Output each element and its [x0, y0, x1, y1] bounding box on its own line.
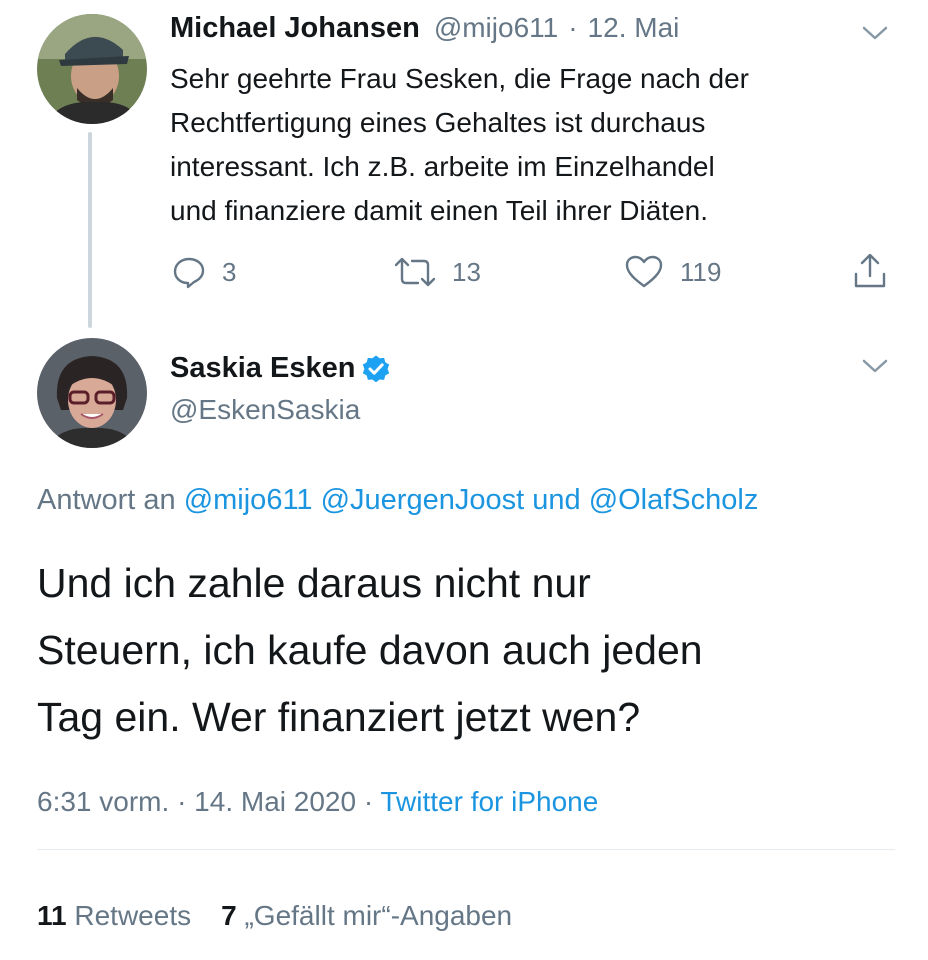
reply-count: 3	[222, 256, 237, 287]
meta-separator: ·	[363, 786, 374, 817]
main-tweet-handle[interactable]: @EskenSaskia	[170, 394, 360, 426]
reply-tweet-header: Michael Johansen @mijo611 · 12. Mai	[170, 12, 679, 56]
author-handle[interactable]: @mijo611	[434, 12, 558, 44]
retweets-label: Retweets	[74, 900, 192, 931]
retweet-count: 13	[452, 256, 481, 287]
retweets-stat[interactable]: 11 Retweets	[37, 900, 191, 932]
body-line: Rechtfertigung eines Gehaltes ist durcha…	[170, 107, 706, 138]
main-tweet-header: Saskia Esken	[170, 352, 391, 385]
mention-link[interactable]: @OlafScholz	[589, 484, 759, 516]
body-line: Und ich zahle daraus nicht nur	[37, 560, 591, 606]
tweet-date[interactable]: 14. Mai 2020	[194, 786, 356, 817]
retweet-icon	[394, 257, 436, 287]
mention-link[interactable]: @mijo611	[184, 484, 313, 516]
author-name[interactable]: Saskia Esken	[170, 352, 355, 385]
reply-tweet-body: Sehr geehrte Frau Sesken, die Frage nach…	[170, 57, 749, 233]
retweet-action[interactable]: 13	[394, 252, 481, 292]
avatar-esken[interactable]	[37, 338, 147, 448]
likes-stat[interactable]: 7 „Gefällt mir“-Angaben	[221, 900, 512, 932]
tweet-time[interactable]: 6:31 vorm.	[37, 786, 169, 817]
stats-divider	[37, 849, 895, 850]
reply-icon	[173, 257, 205, 289]
reply-tweet-menu-button[interactable]	[862, 25, 888, 46]
avatar-johansen[interactable]	[37, 14, 147, 124]
body-line: Tag ein. Wer finanziert jetzt wen?	[37, 694, 641, 740]
reply-to-connector: und	[532, 484, 581, 516]
like-count: 119	[680, 256, 722, 287]
tweet-date[interactable]: 12. Mai	[588, 12, 680, 44]
reply-to-line: Antwort an @mijo611 @JuergenJoost und @O…	[37, 484, 758, 517]
retweets-count: 11	[37, 900, 67, 931]
like-icon	[625, 255, 663, 288]
likes-label: „Gefällt mir“-Angaben	[244, 900, 513, 931]
thread-connector-line	[88, 132, 92, 328]
chevron-down-icon	[862, 359, 888, 373]
body-line: Steuern, ich kaufe davon auch jeden	[37, 627, 703, 673]
chevron-down-icon	[862, 26, 888, 40]
mention-link[interactable]: @JuergenJoost	[321, 484, 525, 516]
avatar-esken-image	[37, 338, 147, 448]
tweet-source-link[interactable]: Twitter for iPhone	[380, 786, 598, 817]
body-line: interessant. Ich z.B. arbeite im Einzelh…	[170, 151, 715, 182]
likes-count: 7	[221, 900, 237, 931]
main-tweet-menu-button[interactable]	[862, 358, 888, 379]
header-separator: ·	[568, 12, 578, 43]
reply-action[interactable]: 3	[172, 252, 236, 292]
tweet-meta-line: 6:31 vorm. · 14. Mai 2020 · Twitter for …	[37, 786, 598, 818]
author-name[interactable]: Michael Johansen	[170, 12, 420, 45]
body-line: und finanziere damit einen Teil ihrer Di…	[170, 195, 709, 226]
verified-badge-icon	[363, 355, 390, 382]
meta-separator: ·	[177, 786, 187, 817]
share-action[interactable]	[852, 252, 888, 295]
reply-to-prefix: Antwort an	[37, 484, 176, 516]
tweet-stats: 11 Retweets 7 „Gefällt mir“-Angaben	[37, 900, 512, 932]
main-tweet-body: Und ich zahle daraus nicht nur Steuern, …	[37, 550, 703, 751]
like-action[interactable]: 119	[624, 252, 721, 292]
avatar-johansen-image	[37, 14, 147, 124]
share-icon	[854, 253, 886, 288]
body-line: Sehr geehrte Frau Sesken, die Frage nach…	[170, 63, 750, 94]
